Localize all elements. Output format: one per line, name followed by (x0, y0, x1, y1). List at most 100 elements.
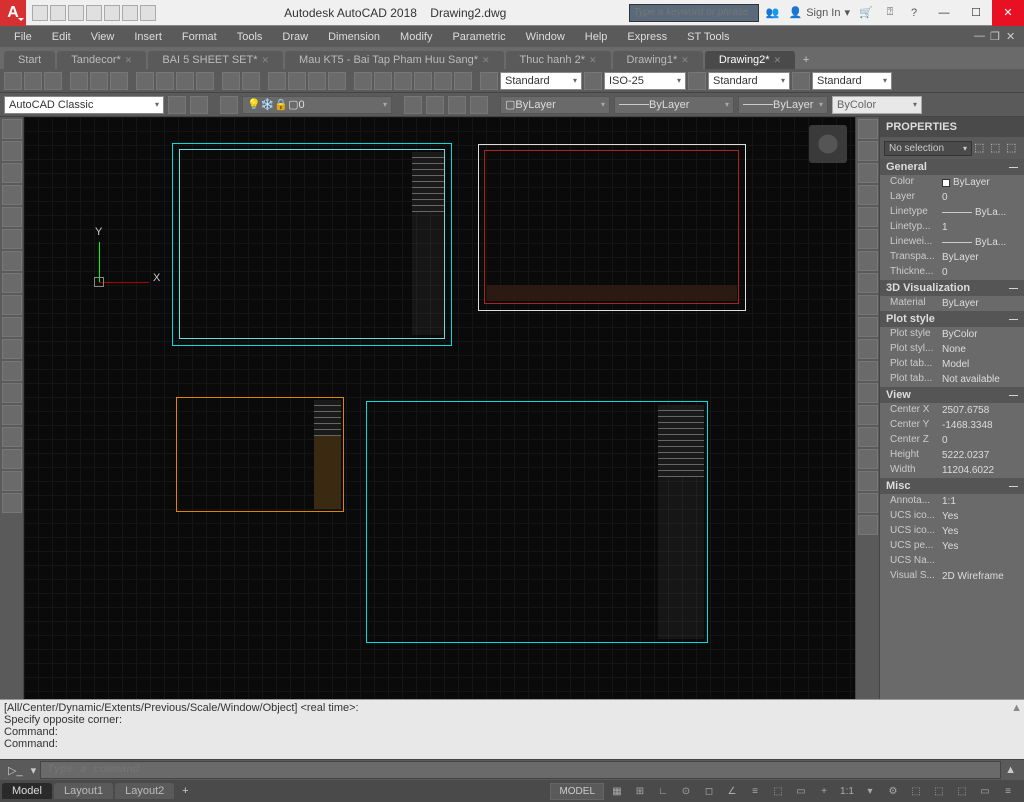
tb-toolpalette[interactable] (394, 72, 412, 90)
menu-tools[interactable]: Tools (227, 29, 273, 45)
properties-title[interactable]: PROPERTIES (880, 117, 1024, 137)
copy-tool[interactable] (858, 141, 878, 161)
section-plot[interactable]: Plot style— (880, 311, 1024, 327)
menu-express[interactable]: Express (617, 29, 677, 45)
prop-transparency[interactable]: Transpa...ByLayer (880, 250, 1024, 265)
menu-draw[interactable]: Draw (272, 29, 318, 45)
menu-parametric[interactable]: Parametric (442, 29, 515, 45)
trim-tool[interactable] (858, 317, 878, 337)
layer-props-icon[interactable] (220, 96, 238, 114)
spline-tool[interactable] (2, 273, 22, 293)
tb-match[interactable] (196, 72, 214, 90)
mtext-tool[interactable] (2, 493, 22, 513)
menu-file[interactable]: File (4, 29, 42, 45)
offset-tool[interactable] (858, 185, 878, 205)
qat-save[interactable] (68, 5, 84, 21)
tab-start[interactable]: Start (4, 51, 55, 69)
align-tool[interactable] (858, 493, 878, 513)
section-3dviz[interactable]: 3D Visualization— (880, 280, 1024, 296)
line-tool[interactable] (2, 119, 22, 139)
infocenter-icon[interactable]: 👥 (765, 5, 781, 21)
qp-toggle[interactable]: ▭ (791, 782, 811, 800)
menu-edit[interactable]: Edit (42, 29, 81, 45)
snap-toggle[interactable]: ⊞ (630, 782, 650, 800)
scale-tool[interactable] (858, 273, 878, 293)
tb-designcenter[interactable] (374, 72, 392, 90)
polar-toggle[interactable]: ⊙ (676, 782, 696, 800)
tb-dimstyle-icon[interactable] (584, 72, 602, 90)
fillet-tool[interactable] (858, 427, 878, 447)
prop-ucsname[interactable]: UCS Na... (880, 554, 1024, 569)
prop-ucsiconon[interactable]: UCS ico...Yes (880, 509, 1024, 524)
tb-tablestyle-icon[interactable] (688, 72, 706, 90)
layer-tool1[interactable] (404, 96, 422, 114)
layout1-tab[interactable]: Layout1 (54, 783, 113, 799)
close-icon[interactable]: ✕ (589, 55, 597, 66)
extend-tool[interactable] (858, 339, 878, 359)
tb-new[interactable] (4, 72, 22, 90)
mdi-restore[interactable]: ❐ (990, 30, 1004, 44)
hatch-tool[interactable] (2, 251, 22, 271)
maximize-button[interactable]: ☐ (960, 0, 992, 26)
circle-tool[interactable] (2, 163, 22, 183)
prop-visualstyle[interactable]: Visual S...2D Wireframe (880, 569, 1024, 584)
tb-publish[interactable] (110, 72, 128, 90)
layer-tool3[interactable] (448, 96, 466, 114)
plotcolor-dropdown[interactable]: ByColor▾ (832, 96, 922, 114)
menu-view[interactable]: View (81, 29, 125, 45)
close-icon[interactable]: ✕ (125, 55, 133, 66)
cleanscreen[interactable]: ▭ (975, 782, 995, 800)
view-cube[interactable] (809, 125, 847, 163)
erase-tool[interactable] (858, 119, 878, 139)
mline-tool[interactable] (2, 405, 22, 425)
tb-pan[interactable] (268, 72, 286, 90)
help-icon[interactable]: ? (906, 5, 922, 21)
chamfer-tool[interactable] (858, 405, 878, 425)
prop-height[interactable]: Height5222.0237 (880, 448, 1024, 463)
mdi-close[interactable]: ✕ (1006, 30, 1020, 44)
prop-plotstyletable[interactable]: Plot styl...None (880, 342, 1024, 357)
tb-zoom[interactable] (288, 72, 306, 90)
prop-plotstyle[interactable]: Plot styleByColor (880, 327, 1024, 342)
prop-color[interactable]: ColorByLayer (880, 175, 1024, 190)
tb-plot[interactable] (70, 72, 88, 90)
text-style-dropdown[interactable]: Standard▾ (500, 72, 582, 90)
lwt-toggle[interactable]: ≡ (745, 782, 765, 800)
move-tool[interactable] (858, 229, 878, 249)
anno-auto[interactable]: ▾ (860, 782, 880, 800)
close-icon[interactable]: ✕ (774, 55, 782, 66)
workspace-dropdown[interactable]: AutoCAD Classic▾ (4, 96, 164, 114)
selection-dropdown[interactable]: No selection▾ (884, 141, 972, 156)
prop-thickness[interactable]: Thickne...0 (880, 265, 1024, 280)
lineweight-dropdown[interactable]: ByLayer▾ (738, 96, 828, 114)
qat-plot[interactable] (104, 5, 120, 21)
prop-annoscale[interactable]: Annota...1:1 (880, 494, 1024, 509)
prop-ucspervp[interactable]: UCS pe...Yes (880, 539, 1024, 554)
wipeout-tool[interactable] (2, 449, 22, 469)
prop-layer[interactable]: Layer0 (880, 190, 1024, 205)
prop-width[interactable]: Width11204.6022 (880, 463, 1024, 478)
mdi-minimize[interactable]: — (974, 30, 988, 44)
dim-style-dropdown[interactable]: ISO-25▾ (604, 72, 686, 90)
prop-plottab[interactable]: Plot tab...Model (880, 357, 1024, 372)
isolate[interactable]: ⬚ (952, 782, 972, 800)
color-dropdown[interactable]: ▢ ByLayer▾ (500, 96, 610, 114)
app-logo[interactable]: A (0, 0, 26, 26)
layer-tool4[interactable] (470, 96, 488, 114)
hw-accel[interactable]: ⬚ (929, 782, 949, 800)
prop-ucsiconorigin[interactable]: UCS ico...Yes (880, 524, 1024, 539)
command-input[interactable] (40, 761, 1001, 779)
status-model-button[interactable]: MODEL (550, 783, 604, 800)
tab-tandecor[interactable]: Tandecor*✕ (57, 51, 146, 69)
tb-markup[interactable] (434, 72, 452, 90)
stretch-tool[interactable] (858, 295, 878, 315)
minimize-button[interactable]: — (928, 0, 960, 26)
tb-properties[interactable] (354, 72, 372, 90)
anno-monitor[interactable]: ⬚ (906, 782, 926, 800)
otrack-toggle[interactable]: ∠ (722, 782, 742, 800)
menu-modify[interactable]: Modify (390, 29, 442, 45)
menu-help[interactable]: Help (575, 29, 618, 45)
tb-redo[interactable] (242, 72, 260, 90)
workspace-switch[interactable]: ⚙ (883, 782, 903, 800)
qat-undo[interactable] (122, 5, 138, 21)
